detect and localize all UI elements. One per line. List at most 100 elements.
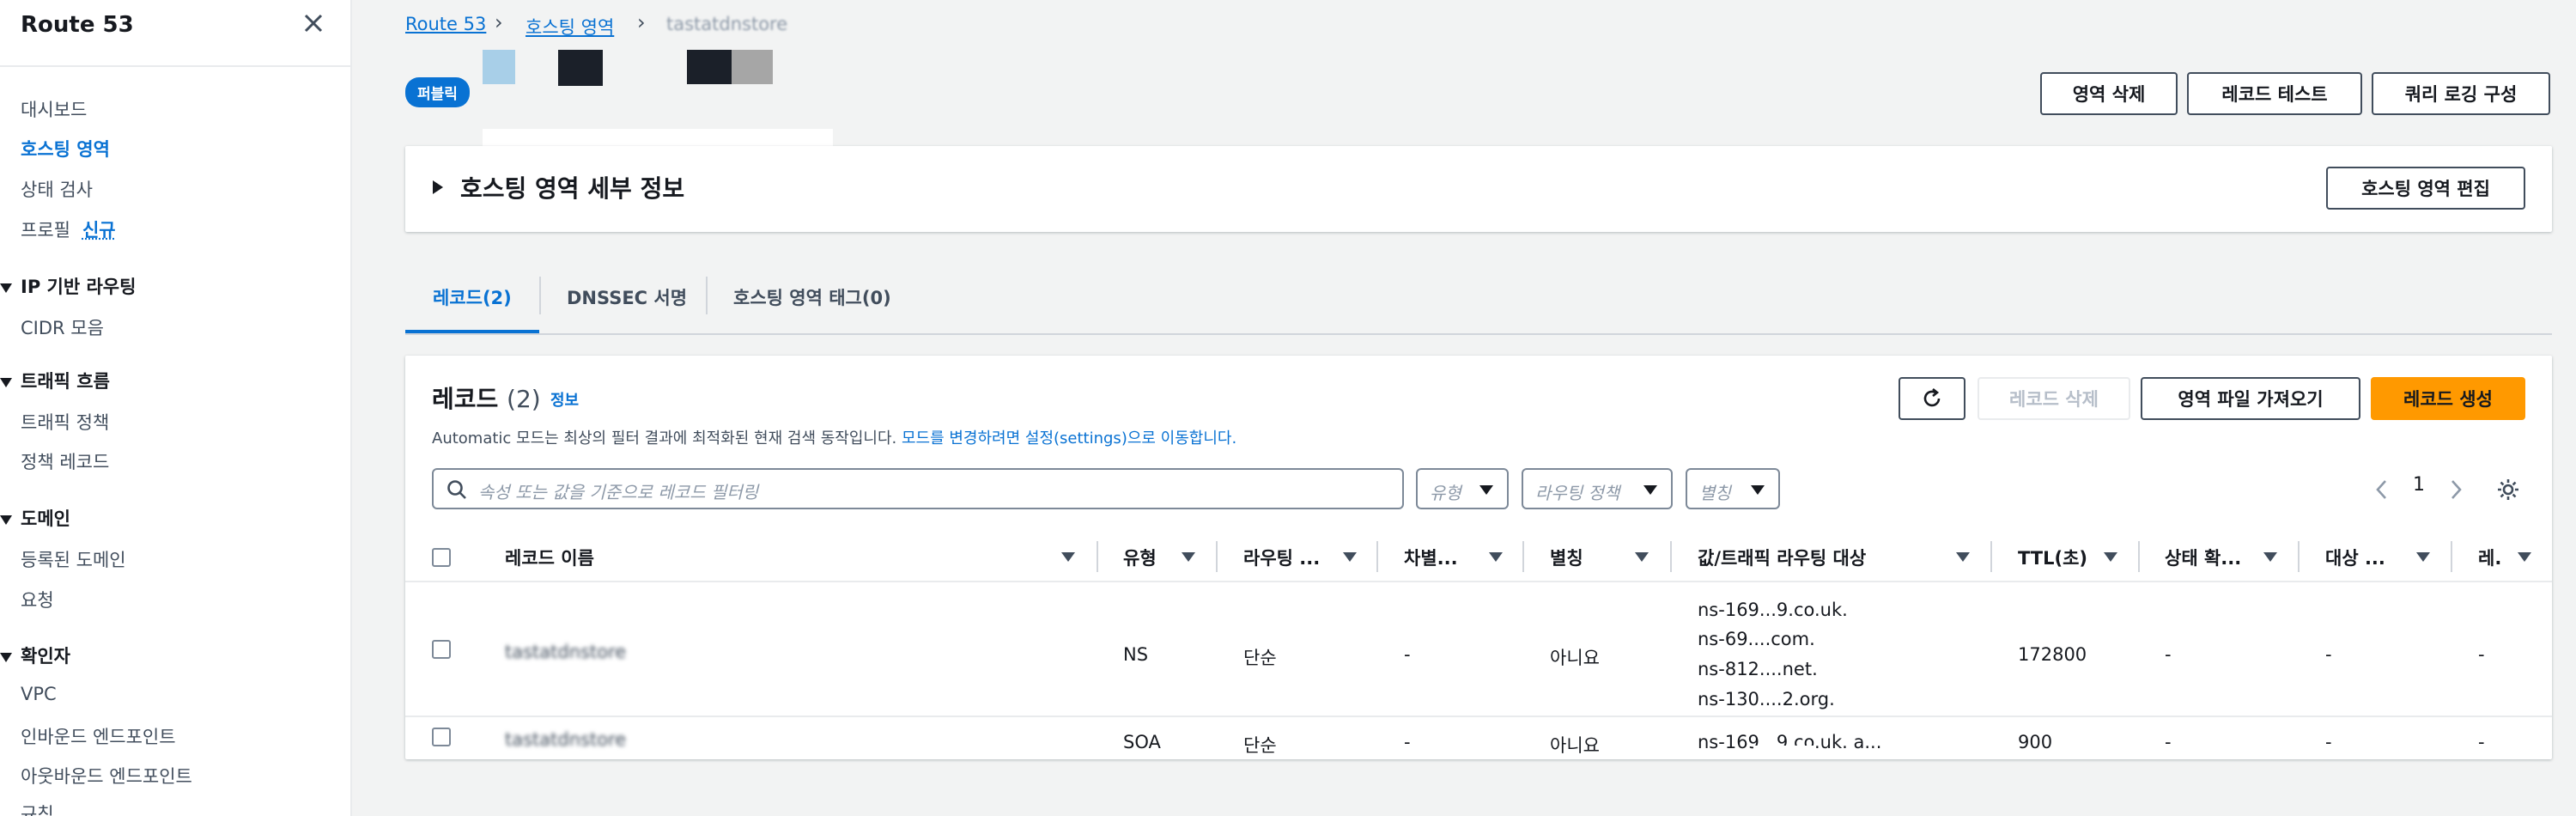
column-header-type[interactable]: 유형 (1123, 545, 1157, 570)
redacted-block (558, 50, 603, 86)
breadcrumb-current: tastatdnstore (666, 14, 788, 34)
column-divider[interactable] (1990, 541, 1992, 572)
sort-caret-icon[interactable] (1182, 552, 1195, 562)
redacted-block (687, 50, 732, 84)
redacted-block (1753, 746, 1814, 759)
column-header-ttl[interactable]: TTL(초) (2018, 545, 2087, 570)
chevron-right-icon: › (495, 10, 503, 34)
sidebar-item-vpc[interactable]: VPC (21, 684, 57, 704)
column-header-routing[interactable]: 라우팅 ... (1243, 545, 1320, 570)
sidebar-item-profiles[interactable]: 프로필 신규 (21, 216, 116, 242)
record-differentiator: - (1404, 732, 1411, 752)
caret-down-icon (1479, 485, 1493, 495)
sort-caret-icon[interactable] (1343, 552, 1357, 562)
column-divider[interactable] (2298, 541, 2300, 572)
sidebar-item-dashboard[interactable]: 대시보드 (21, 96, 87, 122)
chevron-right-icon[interactable] (2445, 478, 2466, 502)
alias-filter-select[interactable]: 별칭 (1686, 468, 1780, 509)
query-logging-button[interactable]: 쿼리 로깅 구성 (2372, 72, 2550, 115)
import-zone-file-button[interactable]: 영역 파일 가져오기 (2141, 377, 2360, 420)
new-badge[interactable]: 신규 (82, 220, 116, 241)
column-header-record-id[interactable]: 레. (2478, 545, 2501, 570)
sort-caret-icon[interactable] (2104, 552, 2117, 562)
sort-caret-icon[interactable] (1956, 552, 1970, 562)
sidebar-item-rules[interactable]: 규칙 (21, 801, 54, 816)
column-header-alias[interactable]: 별칭 (1550, 545, 1583, 570)
records-title: 레코드 (2) (432, 381, 541, 415)
type-filter-select[interactable]: 유형 (1416, 468, 1509, 509)
sidebar-item-traffic-policies[interactable]: 트래픽 정책 (21, 409, 109, 435)
column-header-name[interactable]: 레코드 이름 (505, 545, 594, 570)
delete-zone-button[interactable]: 영역 삭제 (2040, 72, 2178, 115)
sort-caret-icon[interactable] (1489, 552, 1503, 562)
sidebar-item-health-checks[interactable]: 상태 검사 (21, 176, 93, 202)
sidebar-item-requests[interactable]: 요청 (21, 587, 54, 612)
sidebar-item-outbound-endpoints[interactable]: 아웃바운드 엔드포인트 (21, 763, 192, 789)
column-divider[interactable] (1376, 541, 1378, 572)
sidebar-item-label[interactable]: 프로필 (21, 220, 70, 241)
row-checkbox[interactable] (432, 728, 451, 746)
chevron-left-icon[interactable] (2372, 478, 2392, 502)
details-title[interactable]: 호스팅 영역 세부 정보 (460, 170, 684, 204)
breadcrumb-route53[interactable]: Route 53 (405, 14, 486, 34)
description-text: Automatic 모드는 최상의 필터 결과에 최적화된 현재 검색 동작입니… (432, 429, 902, 448)
sidebar-section-resolver[interactable]: 확인자 (0, 642, 70, 668)
column-header-target[interactable]: 대상 ... (2325, 545, 2385, 570)
column-divider[interactable] (1216, 541, 1218, 572)
record-alias: 아니요 (1550, 735, 1600, 756)
create-record-button[interactable]: 레코드 생성 (2371, 377, 2525, 420)
column-divider[interactable] (1097, 541, 1098, 572)
sidebar-item-inbound-endpoints[interactable]: 인바운드 엔드포인트 (21, 723, 176, 749)
test-record-button[interactable]: 레코드 테스트 (2187, 72, 2362, 115)
column-divider[interactable] (1670, 541, 1672, 572)
settings-link[interactable]: 모드를 변경하려면 설정(settings)으로 이동합니다. (902, 429, 1236, 448)
redaction-area (489, 582, 953, 759)
column-header-value[interactable]: 값/트래픽 라우팅 대상 (1698, 545, 1866, 570)
sidebar-item-registered-domains[interactable]: 등록된 도메인 (21, 546, 126, 572)
sidebar-item-hosted-zones[interactable]: 호스팅 영역 (21, 136, 110, 161)
sidebar-section-domains[interactable]: 도메인 (0, 505, 70, 531)
sidebar-item-cidr[interactable]: CIDR 모음 (21, 314, 104, 340)
column-divider[interactable] (2138, 541, 2140, 572)
column-header-differentiator[interactable]: 차별... (1404, 545, 1458, 570)
search-input[interactable]: 속성 또는 값을 기준으로 레코드 필터링 (432, 468, 1404, 509)
sort-caret-icon[interactable] (2263, 552, 2277, 562)
sidebar-section-traffic-flow[interactable]: 트래픽 흐름 (0, 368, 110, 393)
redacted-block (732, 50, 773, 84)
sidebar-section-ip-routing[interactable]: IP 기반 라우팅 (0, 273, 136, 299)
sidebar-item-policy-records[interactable]: 정책 레코드 (21, 448, 109, 474)
info-link[interactable]: 정보 (550, 388, 579, 411)
breadcrumb-hosted-zones[interactable]: 호스팅 영역 (526, 14, 614, 40)
select-all-checkbox[interactable] (432, 548, 451, 567)
close-icon[interactable] (299, 9, 328, 38)
gear-icon[interactable] (2495, 477, 2521, 502)
edit-hosted-zone-button[interactable]: 호스팅 영역 편집 (2326, 167, 2525, 210)
column-divider[interactable] (2451, 541, 2452, 572)
delete-record-button[interactable]: 레코드 삭제 (1978, 377, 2130, 420)
records-title-text: 레코드 (432, 385, 499, 413)
section-label: 트래픽 흐름 (21, 371, 110, 392)
routing-policy-filter-select[interactable]: 라우팅 정책 (1522, 468, 1673, 509)
sort-caret-icon[interactable] (2518, 552, 2531, 562)
caret-right-icon[interactable] (433, 180, 443, 194)
column-header-health[interactable]: 상태 확... (2165, 545, 2241, 570)
refresh-button[interactable] (1899, 377, 1965, 420)
record-target: - (2325, 644, 2332, 665)
sort-caret-icon[interactable] (1635, 552, 1649, 562)
caret-down-icon (0, 377, 12, 387)
current-page[interactable]: 1 (2413, 474, 2425, 496)
row-checkbox[interactable] (432, 640, 451, 659)
caret-down-icon (0, 515, 12, 525)
tab-tags[interactable]: 호스팅 영역 태그(0) (733, 284, 891, 310)
sort-caret-icon[interactable] (2416, 552, 2430, 562)
search-placeholder: 속성 또는 값을 기준으로 레코드 필터링 (478, 482, 759, 502)
sidebar-title[interactable]: Route 53 (21, 12, 134, 38)
redacted-block (483, 50, 515, 84)
caret-down-icon (0, 283, 12, 293)
search-icon (447, 480, 466, 499)
column-divider[interactable] (1522, 541, 1524, 572)
sort-caret-icon[interactable] (1061, 552, 1075, 562)
tab-records[interactable]: 레코드(2) (433, 284, 512, 310)
record-ttl: 900 (2018, 732, 2053, 752)
tab-dnssec[interactable]: DNSSEC 서명 (567, 284, 687, 310)
